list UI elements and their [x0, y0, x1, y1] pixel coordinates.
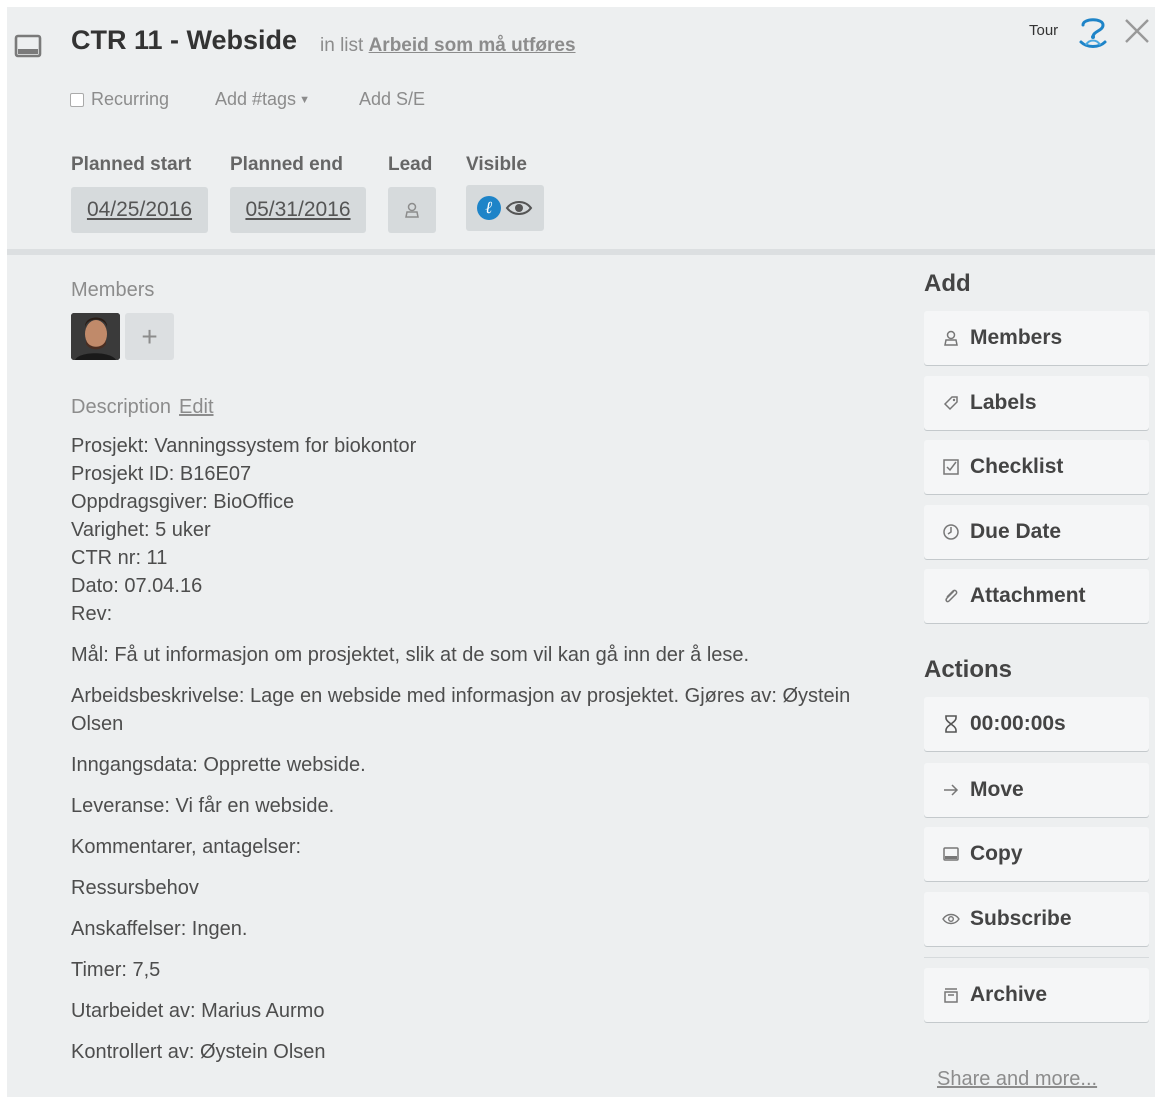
add-checklist-label: Checklist: [970, 455, 1064, 478]
lead-selector[interactable]: [388, 187, 436, 233]
description-paragraph: Leveranse: Vi får en webside.: [71, 795, 335, 817]
card-header: CTR 11 - Webside in list Arbeid som må u…: [7, 7, 1155, 249]
person-icon: [405, 202, 419, 218]
description-text: Prosjekt: Vanningssystem for biokontor P…: [71, 432, 901, 1066]
actions-heading: Actions: [924, 656, 1013, 683]
recurring-toggle[interactable]: Recurring: [70, 89, 169, 110]
caret-down-icon: ▼: [299, 94, 310, 106]
timer-button[interactable]: 00:00:00s: [924, 697, 1149, 751]
in-list-prefix: in list: [320, 35, 364, 56]
planned-end-label: Planned end: [230, 154, 343, 175]
description-line: Oppdragsgiver: BioOffice: [71, 491, 295, 513]
description-line: Prosjekt: Vanningssystem for biokontor: [71, 435, 417, 457]
paperclip-icon: [945, 589, 958, 603]
add-tags-label: Add #tags: [215, 89, 297, 109]
add-labels-label: Labels: [970, 391, 1037, 414]
description-line: CTR nr: 11: [71, 547, 168, 569]
avatar[interactable]: [71, 313, 120, 360]
copy-button[interactable]: Copy: [924, 827, 1149, 881]
description-paragraph: Ressursbehov: [71, 877, 199, 899]
visibility-selector[interactable]: ℓ: [466, 185, 544, 231]
add-labels-button[interactable]: Labels: [924, 376, 1149, 430]
description-line: Rev:: [71, 603, 113, 625]
arrow-right-icon: [944, 784, 959, 796]
actions-separator: [924, 957, 1149, 958]
card-detail-panel: CTR 11 - Webside in list Arbeid som må u…: [7, 7, 1155, 1097]
add-due-date-button[interactable]: Due Date: [924, 505, 1149, 559]
description-label: Description: [71, 396, 172, 418]
checkbox-icon: [943, 459, 959, 475]
add-members-button[interactable]: Members: [924, 311, 1149, 365]
recurring-label: Recurring: [91, 89, 170, 109]
share-and-more-link[interactable]: Share and more...: [937, 1068, 1097, 1091]
add-member-button[interactable]: +: [125, 313, 174, 360]
description-paragraph: Inngangsdata: Opprette webside.: [71, 754, 366, 776]
in-list-text: in list Arbeid som må utføres: [320, 35, 576, 57]
description-paragraph: Arbeidsbeskrivelse: Lage en webside med …: [71, 685, 851, 735]
description-paragraph: Timer: 7,5: [71, 959, 161, 981]
add-due-date-label: Due Date: [970, 520, 1062, 543]
eye-icon: [505, 201, 533, 215]
description-paragraph: Utarbeidet av: Marius Aurmo: [71, 1000, 325, 1022]
planned-start-date[interactable]: 04/25/2016: [71, 187, 208, 233]
header-divider: [7, 249, 1155, 255]
archive-icon: [944, 988, 958, 1003]
description-line: Dato: 07.04.16: [71, 575, 203, 597]
planned-start-label: Planned start: [71, 154, 192, 175]
description-line: Varighet: 5 uker: [71, 519, 211, 541]
move-button[interactable]: Move: [924, 763, 1149, 817]
subscribe-button[interactable]: Subscribe: [924, 892, 1149, 946]
card-icon: [14, 34, 42, 58]
tour-link[interactable]: Tour: [1029, 22, 1058, 39]
members-label: Members: [71, 279, 155, 301]
move-label: Move: [970, 778, 1024, 801]
description-paragraph: Kontrollert av: Øystein Olsen: [71, 1041, 326, 1063]
description-paragraph: Kommentarer, antagelser:: [71, 836, 302, 858]
add-se-link[interactable]: Add S/E: [359, 89, 425, 110]
avatar-image: [71, 313, 120, 360]
list-link[interactable]: Arbeid som må utføres: [369, 35, 576, 56]
description-paragraph: Mål: Få ut informasjon om prosjektet, sl…: [71, 644, 750, 666]
description-line: Prosjekt ID: B16E07: [71, 463, 252, 485]
planned-end-date[interactable]: 05/31/2016: [230, 187, 366, 233]
add-attachment-button[interactable]: Attachment: [924, 569, 1149, 623]
description-paragraph: Anskaffelser: Ingen.: [71, 918, 248, 940]
subscribe-label: Subscribe: [970, 907, 1072, 930]
visibility-badge-icon: ℓ: [477, 196, 501, 220]
tag-icon: [943, 396, 958, 411]
copy-label: Copy: [970, 842, 1023, 865]
archive-label: Archive: [970, 983, 1048, 1006]
add-heading: Add: [924, 270, 971, 297]
timer-label: 00:00:00s: [970, 712, 1066, 735]
add-members-label: Members: [970, 326, 1063, 349]
eye-icon: [942, 913, 960, 925]
archive-button[interactable]: Archive: [924, 968, 1149, 1022]
card-icon: [943, 847, 959, 861]
clock-icon: [943, 524, 959, 540]
add-attachment-label: Attachment: [970, 584, 1086, 607]
lead-label: Lead: [388, 154, 433, 175]
close-icon[interactable]: [1123, 17, 1151, 45]
recurring-checkbox[interactable]: [70, 92, 84, 107]
edit-description-link[interactable]: Edit: [179, 396, 213, 418]
add-checklist-button[interactable]: Checklist: [924, 440, 1149, 494]
person-icon: [944, 330, 958, 346]
visible-label: Visible: [466, 154, 527, 175]
card-title[interactable]: CTR 11 - Webside: [71, 25, 297, 56]
tour-icon[interactable]: [1075, 15, 1111, 51]
description-heading: Description Edit: [71, 396, 214, 419]
hourglass-icon: [945, 715, 957, 733]
add-tags-dropdown[interactable]: Add #tags ▼: [215, 89, 310, 110]
